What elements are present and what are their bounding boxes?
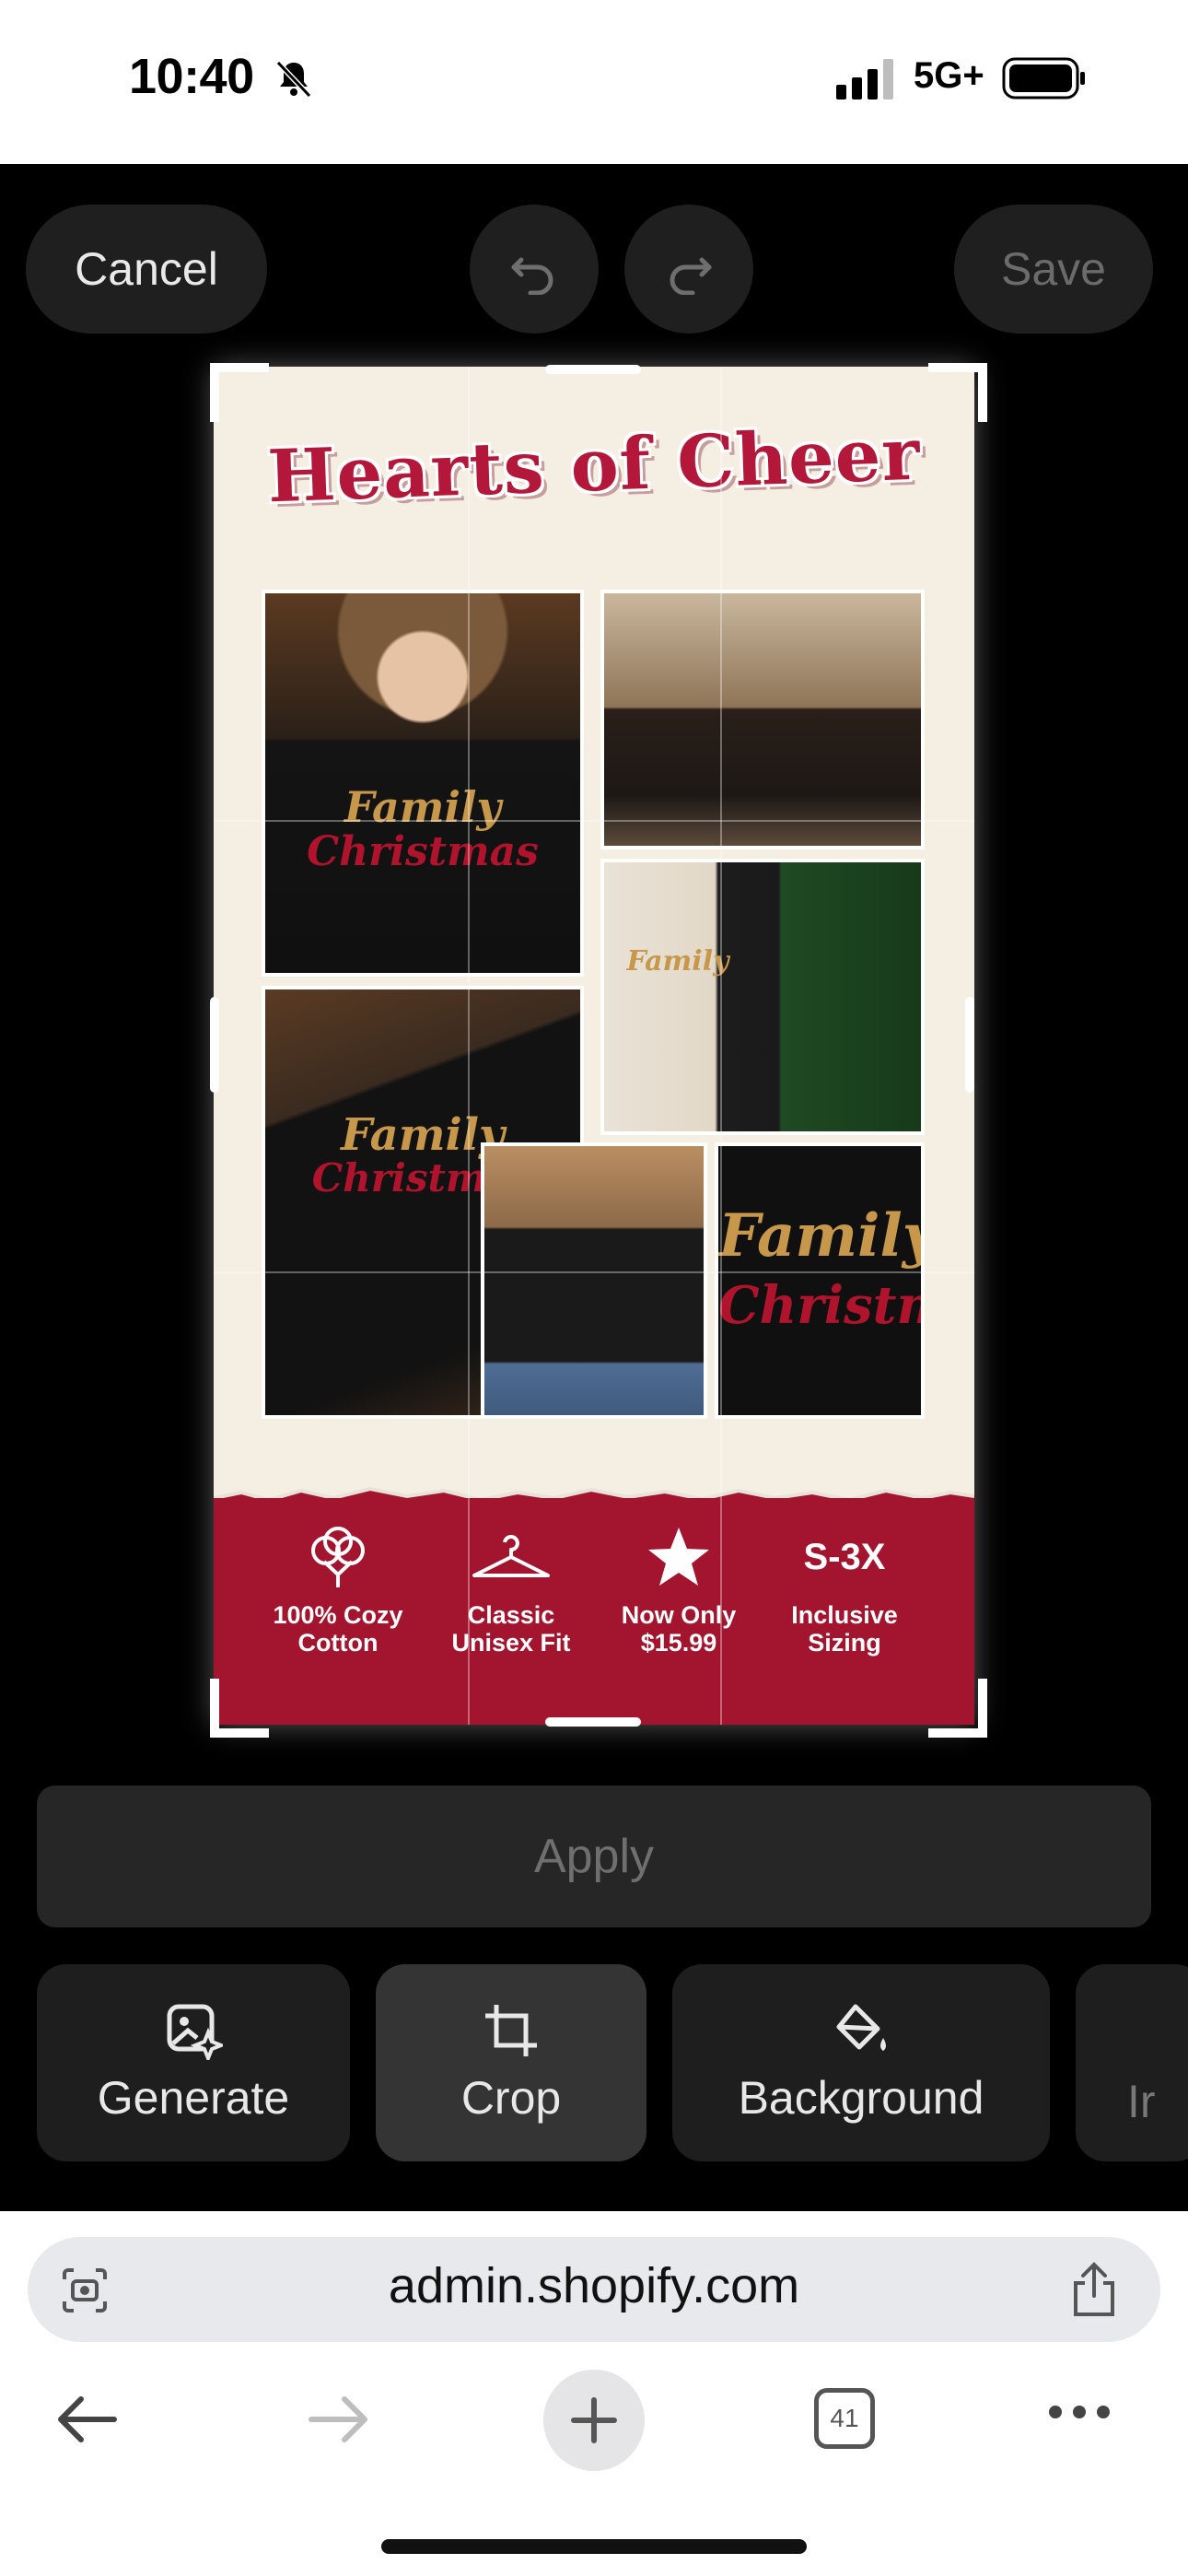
back-arrow-icon[interactable]: [53, 2394, 120, 2445]
tool-label: Generate: [97, 2072, 290, 2124]
feature-label-line1: Now Only: [621, 1601, 737, 1629]
hanger-icon: [472, 1535, 550, 1577]
photo-couple-mugs: [481, 1142, 707, 1419]
redo-button[interactable]: [624, 205, 753, 334]
plus-icon: [571, 2397, 617, 2443]
crop-handle-left[interactable]: [210, 997, 219, 1093]
network-type: 5G+: [914, 55, 984, 96]
shirt-text-family: Family: [718, 1201, 925, 1270]
new-tab-button[interactable]: [543, 2370, 645, 2471]
forward-arrow-icon[interactable]: [306, 2394, 372, 2445]
feature-label-line2: Sizing: [808, 1629, 881, 1657]
tool-generate[interactable]: Generate: [37, 1964, 350, 2161]
crop-grid-line: [214, 820, 974, 822]
redo-icon: [670, 257, 712, 295]
status-time: 10:40: [129, 49, 254, 104]
tool-more[interactable]: Ir: [1076, 1964, 1188, 2161]
star-icon: [648, 1528, 709, 1586]
feature-label-line2: Cotton: [297, 1629, 379, 1657]
shirt-text-family: Family: [626, 945, 729, 978]
apply-button[interactable]: Apply: [37, 1786, 1151, 1927]
crop-handle-bottom-left[interactable]: [210, 1679, 269, 1738]
crop-grid-line: [214, 1271, 974, 1273]
generate-image-icon: [167, 2004, 223, 2060]
feature-cotton: 100% Cozy Cotton: [250, 1520, 425, 1657]
poster-title: Hearts of Cheer: [266, 412, 922, 520]
cotton-icon: [311, 1527, 365, 1587]
undo-icon: [511, 257, 553, 295]
silent-bell-icon: [275, 60, 312, 99]
feature-label-line2: $15.99: [640, 1629, 717, 1657]
size-range-text: S-3X: [803, 1536, 886, 1577]
crop-handle-top[interactable]: [545, 365, 641, 374]
cancel-button[interactable]: Cancel: [26, 205, 267, 334]
shirt-text-christmas: Christmas: [307, 828, 539, 875]
feature-label-line1: 100% Cozy: [273, 1601, 403, 1629]
undo-button[interactable]: [470, 205, 599, 334]
shirt-text-family: Family: [344, 782, 502, 832]
photo-family-group: [600, 590, 925, 849]
home-indicator: [381, 2539, 807, 2554]
tool-background[interactable]: Background: [672, 1964, 1050, 2161]
feature-label-line1: Classic: [467, 1601, 555, 1629]
tool-label: Crop: [460, 2072, 562, 2124]
shirt-text-christmas: Christmas: [718, 1275, 921, 1336]
crop-handle-right[interactable]: [965, 997, 974, 1093]
feature-label-line1: Inclusive: [791, 1601, 898, 1629]
paint-bucket-icon: [836, 2004, 886, 2051]
feature-fit: Classic Unisex Fit: [424, 1520, 599, 1657]
url-text[interactable]: admin.shopify.com: [0, 2257, 1188, 2314]
crop-grid-line: [720, 367, 722, 1725]
photo-man-tree: Family: [600, 859, 925, 1135]
image-canvas[interactable]: Hearts of Cheer Family Christmas Family …: [214, 367, 974, 1725]
share-icon[interactable]: [1068, 2261, 1120, 2318]
feature-price: Now Only $15.99: [591, 1520, 766, 1657]
crop-handle-top-left[interactable]: [210, 363, 269, 422]
crop-handle-bottom[interactable]: [545, 1717, 641, 1727]
feature-sizing: S-3X Inclusive Sizing: [757, 1520, 932, 1657]
tool-label: Background: [738, 2072, 984, 2124]
more-options-icon[interactable]: [1046, 2403, 1112, 2421]
signal-icon: [836, 59, 893, 100]
photo-shirt-closeup: Family Christmas: [715, 1142, 925, 1419]
crop-grid-line: [468, 367, 470, 1725]
crop-handle-top-right[interactable]: [928, 363, 987, 422]
crop-handle-bottom-right[interactable]: [928, 1679, 987, 1738]
battery-icon: [1002, 57, 1085, 100]
photo-woman-shirt: Family Christmas: [262, 590, 584, 977]
crop-icon: [485, 2005, 537, 2056]
save-button[interactable]: Save: [954, 205, 1153, 334]
tool-crop[interactable]: Crop: [376, 1964, 646, 2161]
tab-count: 41: [830, 2404, 859, 2432]
tool-label: Ir: [1127, 2076, 1156, 2127]
tabs-button[interactable]: 41: [814, 2388, 875, 2449]
